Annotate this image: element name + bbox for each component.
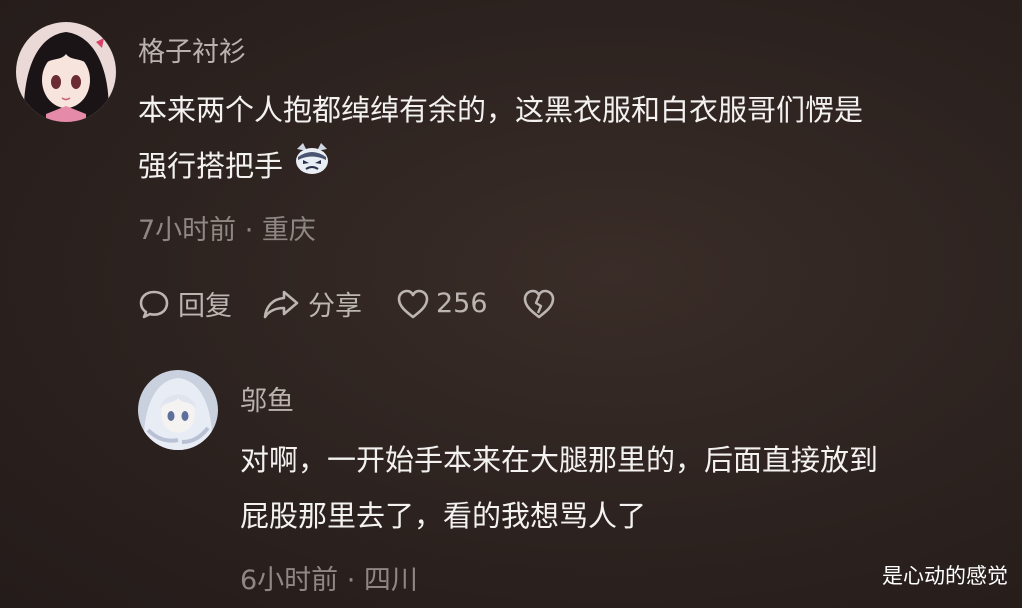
reply-text-line-1: 对啊，一开始手本来在大腿那里的，后面直接放到 xyxy=(240,443,879,477)
reply-meta: 6小时前 · 四川 xyxy=(240,565,418,596)
share-label: 分享 xyxy=(308,291,362,322)
reply-text: 对啊，一开始手本来在大腿那里的，后面直接放到 屁股那里去了，看的我想骂人了 xyxy=(240,432,878,544)
share-arrow-icon xyxy=(262,288,300,320)
comment-text-line-2: 强行搭把手 xyxy=(138,149,284,183)
comment-text-line-2-wrap: 强行搭把手 xyxy=(138,138,863,196)
replier-avatar[interactable] xyxy=(138,370,218,450)
reply-button[interactable]: 回复 xyxy=(138,284,232,323)
commenter-avatar[interactable] xyxy=(16,22,116,122)
reply-label: 回复 xyxy=(178,291,232,322)
reply-text-line-2: 屁股那里去了，看的我想骂人了 xyxy=(240,499,647,533)
dislike-button[interactable] xyxy=(522,288,556,320)
like-button[interactable]: 256 xyxy=(396,288,488,320)
cat-face-emoji-icon xyxy=(293,137,331,193)
heart-icon xyxy=(396,288,430,320)
share-button[interactable]: 分享 xyxy=(262,284,362,323)
replier-username[interactable]: 邬鱼 xyxy=(240,379,294,418)
broken-heart-icon xyxy=(522,288,556,320)
comment-actions: 回复 分享 256 xyxy=(138,284,556,323)
like-count: 256 xyxy=(436,288,488,319)
comment-text-line-1: 本来两个人抱都绰绰有余的，这黑衣服和白衣服哥们愣是 xyxy=(138,93,864,127)
comment-meta: 7小时前 · 重庆 xyxy=(138,215,316,246)
commenter-username[interactable]: 格子衬衫 xyxy=(138,30,246,69)
watermark-text: 是心动的感觉 xyxy=(882,564,1008,588)
comment-text: 本来两个人抱都绰绰有余的，这黑衣服和白衣服哥们愣是 强行搭把手 xyxy=(138,82,863,196)
speech-bubble-icon xyxy=(138,288,170,320)
